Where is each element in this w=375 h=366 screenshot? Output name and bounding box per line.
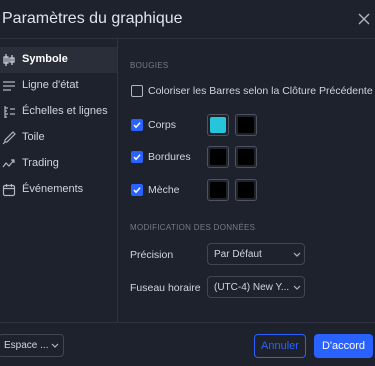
footer-divider: [0, 322, 375, 323]
template-select[interactable]: Espace ...: [0, 334, 64, 357]
sidebar-item-events[interactable]: Événements: [0, 177, 117, 203]
sidebar-item-label: Échelles et lignes: [22, 105, 108, 117]
status-line-icon: [2, 79, 16, 93]
body-down-color-swatch[interactable]: [235, 114, 257, 136]
sidebar-divider: [117, 39, 118, 322]
wick-checkbox[interactable]: [131, 184, 143, 196]
check-icon: [133, 187, 141, 194]
precision-label: Précision: [130, 249, 174, 261]
body-up-color-swatch[interactable]: [207, 114, 229, 136]
ok-button[interactable]: D'accord: [314, 334, 373, 358]
sidebar: Symbole Ligne d'état Échelles et lignes: [0, 39, 117, 322]
close-icon[interactable]: [357, 12, 371, 26]
sidebar-item-canvas[interactable]: Toile: [0, 125, 117, 151]
timezone-select[interactable]: (UTC-4) New Y...: [207, 276, 305, 298]
scales-icon: [2, 105, 16, 119]
sidebar-item-scales[interactable]: Échelles et lignes: [0, 99, 117, 125]
brush-icon: [2, 131, 16, 145]
dialog-header: Paramètres du graphique: [0, 0, 375, 38]
timezone-value: (UTC-4) New Y...: [214, 282, 290, 293]
sidebar-item-label: Ligne d'état: [22, 79, 79, 91]
section-label-data-modification: MODIFICATION DES DONNÉES: [130, 223, 256, 232]
color-by-close-checkbox[interactable]: [131, 85, 143, 97]
color-by-close-label: Coloriser les Barres selon la Clôture Pr…: [148, 85, 373, 97]
borders-checkbox[interactable]: [131, 151, 143, 163]
timezone-label: Fuseau horaire: [130, 282, 201, 294]
template-value: Espace ...: [4, 340, 49, 351]
check-icon: [133, 154, 141, 161]
dialog-title: Paramètres du graphique: [2, 10, 183, 27]
sidebar-item-label: Symbole: [22, 53, 68, 65]
wick-label: Mèche: [148, 184, 180, 196]
precision-value: Par Défaut: [214, 249, 262, 260]
chevron-down-icon: [293, 252, 301, 257]
borders-down-color-swatch[interactable]: [235, 146, 257, 168]
sidebar-item-label: Trading: [22, 157, 59, 169]
cancel-button[interactable]: Annuler: [254, 334, 306, 358]
candles-icon: [2, 53, 16, 67]
sidebar-item-status-line[interactable]: Ligne d'état: [0, 73, 117, 99]
wick-up-color-swatch[interactable]: [207, 179, 229, 201]
trading-icon: [2, 157, 16, 171]
body-checkbox[interactable]: [131, 119, 143, 131]
calendar-icon: [2, 183, 16, 197]
body-label: Corps: [148, 119, 177, 131]
borders-label: Bordures: [148, 151, 191, 163]
sidebar-item-trading[interactable]: Trading: [0, 151, 117, 177]
precision-select[interactable]: Par Défaut: [207, 243, 305, 265]
sidebar-item-label: Toile: [22, 131, 45, 143]
chevron-down-icon: [293, 285, 301, 290]
sidebar-item-symbol[interactable]: Symbole: [0, 47, 117, 73]
check-icon: [133, 122, 141, 129]
chevron-down-icon: [51, 343, 59, 348]
borders-up-color-swatch[interactable]: [207, 146, 229, 168]
chart-settings-dialog: Paramètres du graphique Symbole Ligne d'…: [0, 0, 375, 366]
section-label-bars: BOUGIES: [130, 61, 169, 70]
wick-down-color-swatch[interactable]: [235, 179, 257, 201]
sidebar-item-label: Événements: [22, 183, 84, 195]
